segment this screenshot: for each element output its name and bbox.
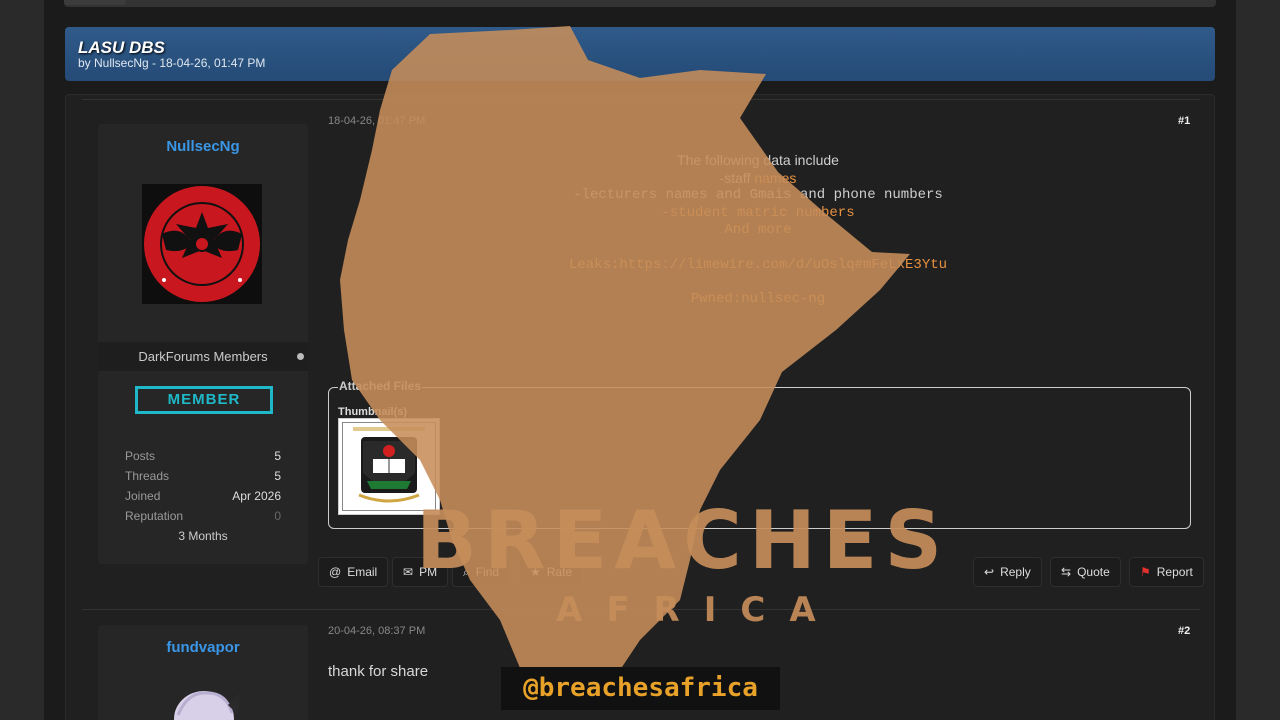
- nsn-emblem-avatar[interactable]: [142, 184, 262, 304]
- search-icon: ⌕: [463, 565, 470, 579]
- stat-threads: Threads 5: [125, 469, 281, 483]
- rate-label: Rate: [546, 565, 573, 579]
- stat-joined-label: Joined: [125, 489, 161, 503]
- quote-label: Quote: [1077, 565, 1110, 579]
- thumbnails-label: Thumbnail(s): [338, 406, 408, 418]
- member-badge: MEMBER: [135, 386, 273, 414]
- pm-label: PM: [419, 565, 438, 579]
- posts-container: NullsecNg DarkForums Members MEMBER Post…: [65, 94, 1215, 720]
- post-date: 18-04-26, 01:47 PM: [328, 115, 426, 127]
- star-icon: ★: [530, 565, 541, 579]
- body-text: -lecturers names and Gmais: [573, 187, 792, 203]
- body-text: -staff: [719, 169, 755, 186]
- body-line: -staff names: [328, 170, 1188, 188]
- body-text: and phone numbers: [791, 187, 943, 203]
- quote-button[interactable]: ⇆ Quote: [1050, 557, 1121, 587]
- stat-reputation: Reputation 0: [125, 509, 281, 523]
- stat-threads-value[interactable]: 5: [274, 469, 281, 483]
- lasu-crest-icon: [353, 427, 425, 503]
- stat-posts: Posts 5: [125, 449, 281, 463]
- email-button[interactable]: @ Email: [318, 557, 389, 587]
- body-line: -lecturers names and Gmais and phone num…: [328, 187, 1188, 205]
- user-group-label: DarkForums Members: [138, 349, 268, 364]
- leak-link[interactable]: Leaks:https://limewire.com/d/uOslq#mFeLx…: [328, 257, 1188, 275]
- stat-reputation-label: Reputation: [125, 509, 184, 523]
- envelope-icon: ✉: [403, 565, 414, 579]
- post-divider: [82, 609, 1200, 610]
- top-nav-strip: [64, 0, 1216, 7]
- author-username[interactable]: NullsecNg: [98, 138, 308, 155]
- at-sign-icon: @: [329, 565, 342, 579]
- post-divider: [82, 99, 1200, 100]
- post-author-panel: fundvapor: [98, 625, 308, 720]
- body-line: -student matric numbers: [661, 204, 855, 221]
- report-button[interactable]: ⚑ Report: [1129, 557, 1204, 587]
- reply-button[interactable]: ↩ Reply: [973, 557, 1042, 587]
- forum-page: LASU DBS by NullsecNg - 18-04-26, 01:47 …: [44, 0, 1236, 720]
- attached-files-legend: Attached Files: [338, 379, 423, 393]
- email-label: Email: [347, 565, 378, 579]
- find-label: Find: [475, 565, 500, 579]
- reply-arrow-icon: ↩: [984, 565, 995, 579]
- flag-icon: ⚑: [1140, 565, 1151, 579]
- body-text-highlight: names: [754, 169, 797, 186]
- stat-joined-value: Apr 2026: [232, 489, 281, 503]
- post-number-link[interactable]: #1: [1178, 115, 1190, 127]
- stat-posts-label: Posts: [125, 449, 156, 463]
- author-username[interactable]: fundvapor: [98, 639, 308, 656]
- anime-avatar[interactable]: [168, 685, 248, 720]
- post-body: The following data include -staff names …: [328, 152, 1188, 309]
- user-group-row: DarkForums Members: [98, 342, 308, 371]
- body-line: And more: [724, 222, 792, 238]
- body-line: The following data include: [677, 152, 839, 168]
- attachment-thumbnail[interactable]: [338, 418, 440, 515]
- anime-avatar-icon: [174, 691, 240, 720]
- lasu-crest-thumbnail: [342, 422, 436, 511]
- post-date: 20-04-26, 08:37 PM: [328, 625, 426, 637]
- stat-posts-value[interactable]: 5: [274, 449, 281, 463]
- thread-meta: by NullsecNg - 18-04-26, 01:47 PM: [78, 56, 266, 70]
- attached-files-box: Attached Files Thumbnail(s): [328, 379, 1191, 529]
- thread-header: LASU DBS by NullsecNg - 18-04-26, 01:47 …: [65, 27, 1215, 81]
- thread-title: LASU DBS: [78, 38, 165, 57]
- stat-threads-label: Threads: [125, 469, 170, 483]
- rate-button[interactable]: ★ Rate: [519, 557, 584, 587]
- stat-joined: Joined Apr 2026: [125, 489, 281, 503]
- body-line: Pwned:nullsec-ng: [690, 291, 826, 307]
- report-label: Report: [1156, 565, 1193, 579]
- post-number-link[interactable]: #2: [1178, 625, 1190, 637]
- post-body: thank for share: [328, 663, 429, 680]
- offline-status-icon: [297, 353, 304, 360]
- top-nav-tab[interactable]: [64, 0, 126, 5]
- stat-reputation-value[interactable]: 0: [274, 509, 281, 523]
- nsn-emblem-icon: [144, 186, 260, 302]
- quote-arrows-icon: ⇆: [1061, 565, 1072, 579]
- pm-button[interactable]: ✉ PM: [392, 557, 449, 587]
- post-author-panel: NullsecNg DarkForums Members MEMBER Post…: [98, 124, 308, 564]
- stat-tenure: 3 Months: [178, 529, 228, 543]
- reply-label: Reply: [1000, 565, 1031, 579]
- find-button[interactable]: ⌕ Find: [452, 557, 511, 587]
